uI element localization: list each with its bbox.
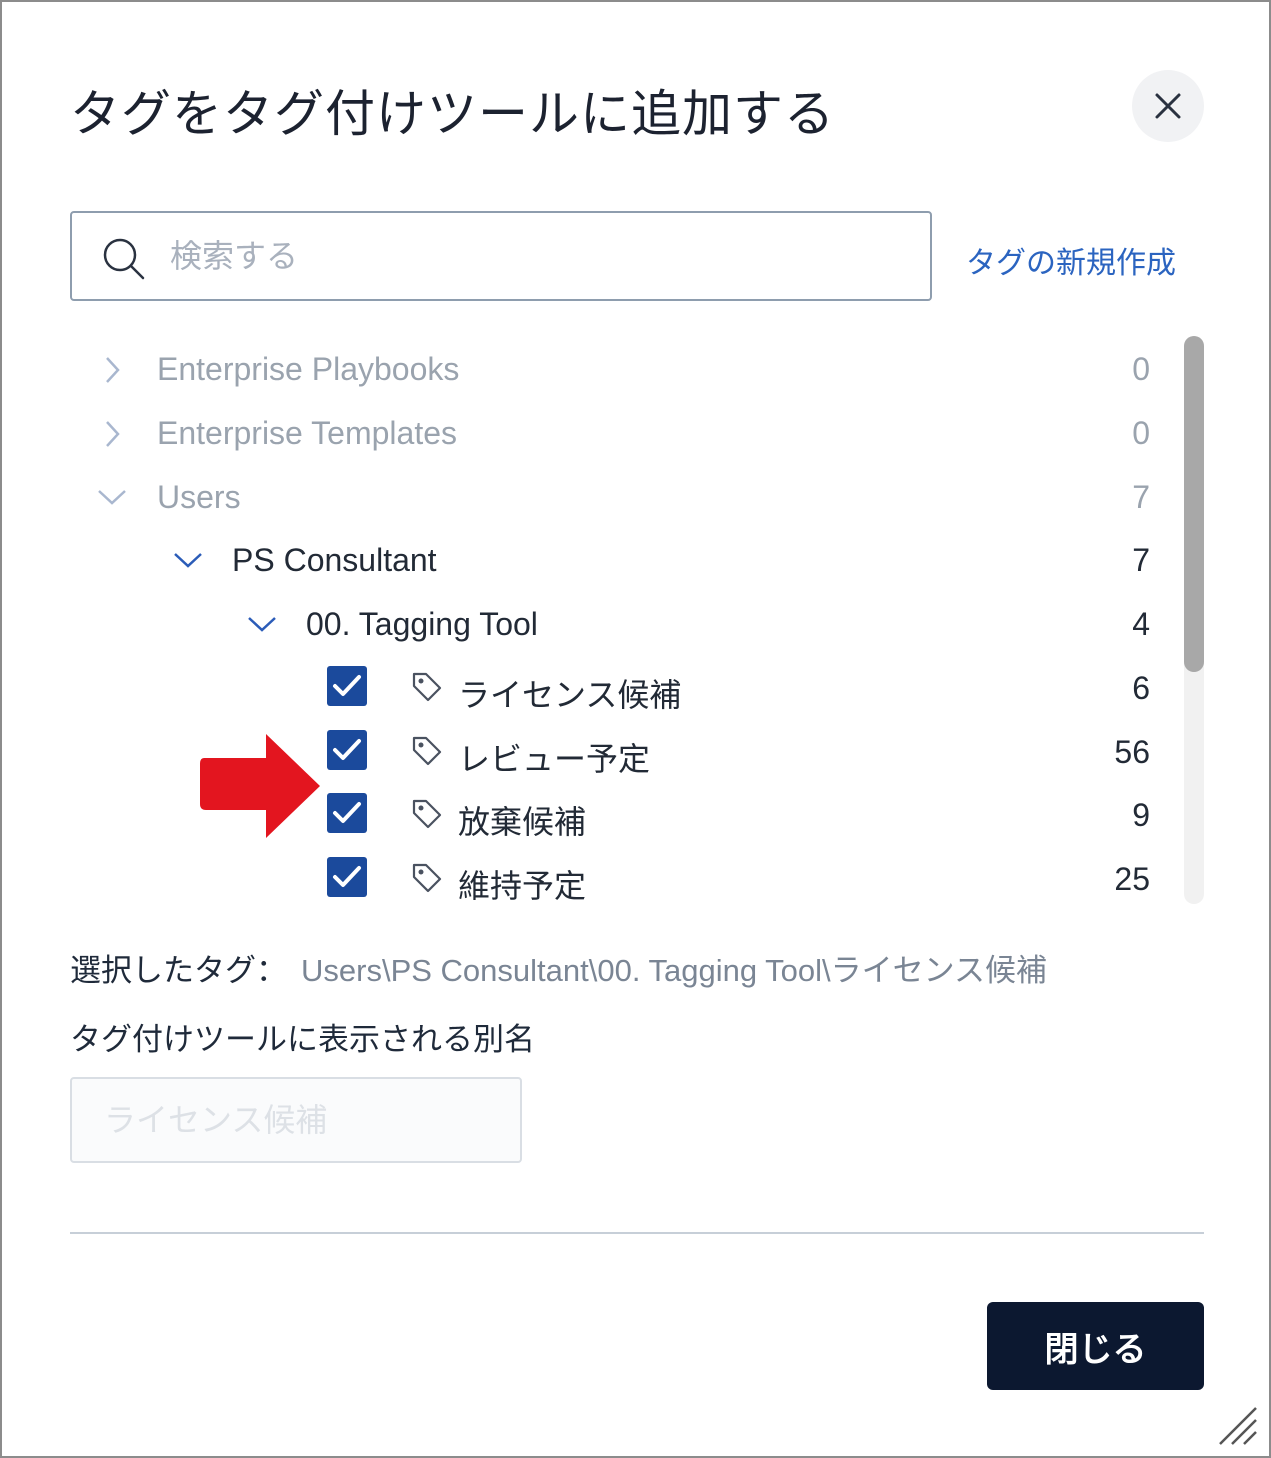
selected-tag-path: Users\PS Consultant\00. Tagging Tool\ライセ… <box>301 953 1047 988</box>
chevron-down-icon[interactable] <box>246 614 278 634</box>
tree-node-count: 0 <box>1132 415 1150 451</box>
tag-label: ライセンス候補 <box>458 677 682 713</box>
chevron-down-icon[interactable] <box>172 550 204 570</box>
tree-node-label: 00. Tagging Tool <box>306 606 538 642</box>
check-icon <box>333 675 361 696</box>
dialog: タグをタグ付けツールに追加する タグの新規作成 Enterprise Playb… <box>0 0 1271 1458</box>
tag-icon <box>412 736 442 766</box>
tag-label: 放棄候補 <box>458 804 587 840</box>
tag-checkbox[interactable] <box>327 666 367 706</box>
check-icon <box>333 802 361 823</box>
tag-row[interactable]: 維持予定 25 <box>70 847 1150 911</box>
tree-node-ps-consultant[interactable]: PS Consultant 7 <box>70 528 1150 592</box>
tree-node-label: Users <box>157 479 241 515</box>
alias-input[interactable] <box>70 1077 522 1163</box>
tag-count: 6 <box>1132 670 1150 706</box>
tag-checkbox[interactable] <box>327 857 367 897</box>
tree-node-users[interactable]: Users 7 <box>70 465 1150 529</box>
close-button[interactable]: 閉じる <box>987 1302 1204 1390</box>
chevron-down-icon[interactable] <box>96 487 128 507</box>
resize-grip-icon[interactable] <box>1216 1404 1260 1448</box>
red-arrow-icon <box>200 734 320 838</box>
selected-tag-label: 選択したタグ： <box>70 953 287 989</box>
tag-count: 56 <box>1114 734 1150 770</box>
tag-count: 9 <box>1132 797 1150 833</box>
tree-node-label: Enterprise Playbooks <box>157 351 460 387</box>
chevron-right-icon[interactable] <box>100 355 124 385</box>
tag-count: 25 <box>1114 861 1150 897</box>
tag-icon <box>412 799 442 829</box>
selected-tag-line: 選択したタグ： Users\PS Consultant\00. Tagging T… <box>70 945 1047 990</box>
dialog-title: タグをタグ付けツールに追加する <box>70 85 835 143</box>
tag-row[interactable]: ライセンス候補 6 <box>70 656 1150 720</box>
check-icon <box>333 739 361 760</box>
tree-node-count: 7 <box>1132 479 1150 515</box>
divider <box>70 1232 1204 1234</box>
tree-node-count: 0 <box>1132 351 1150 387</box>
tree-node-count: 7 <box>1132 542 1150 578</box>
search-input[interactable] <box>168 229 912 283</box>
tag-checkbox[interactable] <box>327 793 367 833</box>
close-icon <box>1155 93 1181 119</box>
tag-icon <box>412 672 442 702</box>
chevron-right-icon[interactable] <box>100 419 124 449</box>
tree-node-enterprise-playbooks[interactable]: Enterprise Playbooks 0 <box>70 337 1150 401</box>
tree-node-tagging-tool[interactable]: 00. Tagging Tool 4 <box>70 592 1150 656</box>
tag-label: レビュー予定 <box>458 741 651 777</box>
tree-node-count: 4 <box>1132 606 1150 642</box>
tree-node-label: PS Consultant <box>232 542 437 578</box>
check-icon <box>333 866 361 887</box>
tag-label: 維持予定 <box>458 868 587 904</box>
close-dialog-button[interactable] <box>1132 70 1204 142</box>
search-field[interactable] <box>70 211 932 301</box>
tag-icon <box>412 863 442 893</box>
tree-node-enterprise-templates[interactable]: Enterprise Templates 0 <box>70 401 1150 465</box>
alias-label: タグ付けツールに表示される別名 <box>70 1022 535 1058</box>
scrollbar-thumb[interactable] <box>1184 336 1204 672</box>
search-icon <box>103 238 145 280</box>
tree-node-label: Enterprise Templates <box>157 415 457 451</box>
tag-checkbox[interactable] <box>327 730 367 770</box>
new-tag-link[interactable]: タグの新規作成 <box>966 238 1176 282</box>
